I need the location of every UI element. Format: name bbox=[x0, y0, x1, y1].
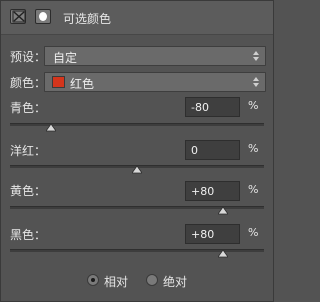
relative-label[interactable]: 相对 bbox=[104, 273, 128, 290]
selective-color-panel: 可选颜色 预设： 自定 颜色： 红色 青色： -80 % 洋红： 0 % 黄色：… bbox=[0, 0, 274, 302]
layer-mask-icon[interactable] bbox=[35, 9, 51, 24]
magenta-slider-thumb[interactable] bbox=[132, 166, 142, 174]
magenta-value-input[interactable]: 0 bbox=[185, 140, 240, 160]
black-slider-thumb[interactable] bbox=[217, 250, 228, 258]
yellow-label: 黄色： bbox=[10, 184, 47, 198]
black-percent: % bbox=[248, 226, 259, 239]
preset-label: 预设： bbox=[10, 50, 47, 64]
cyan-slider-thumb[interactable] bbox=[46, 124, 57, 132]
panel-title: 可选颜色 bbox=[63, 12, 112, 26]
panel-header: 可选颜色 bbox=[1, 1, 273, 35]
cyan-percent: % bbox=[248, 99, 259, 112]
cyan-label: 青色： bbox=[10, 101, 47, 115]
preset-dropdown[interactable]: 自定 bbox=[44, 46, 266, 66]
selective-color-adjustment-icon[interactable] bbox=[10, 9, 26, 24]
cyan-value-input[interactable]: -80 bbox=[185, 97, 240, 117]
relative-radio[interactable] bbox=[87, 274, 99, 286]
colors-label: 颜色： bbox=[10, 76, 47, 90]
absolute-radio[interactable] bbox=[146, 274, 158, 286]
magenta-percent: % bbox=[248, 142, 259, 155]
colors-value: 红色 bbox=[70, 77, 95, 91]
magenta-label: 洋红： bbox=[10, 144, 47, 158]
preset-value: 自定 bbox=[53, 51, 78, 65]
black-label: 黑色： bbox=[10, 228, 47, 242]
yellow-percent: % bbox=[248, 183, 259, 196]
yellow-value-input[interactable]: +80 bbox=[185, 181, 240, 201]
chevron-updown-icon bbox=[253, 51, 259, 61]
colors-dropdown[interactable]: 红色 bbox=[44, 72, 266, 92]
yellow-slider-thumb[interactable] bbox=[217, 207, 228, 215]
color-swatch bbox=[52, 76, 65, 88]
chevron-updown-icon bbox=[253, 77, 259, 87]
black-value-input[interactable]: +80 bbox=[185, 224, 240, 244]
mask-circle bbox=[39, 12, 47, 21]
absolute-label[interactable]: 绝对 bbox=[163, 273, 187, 290]
